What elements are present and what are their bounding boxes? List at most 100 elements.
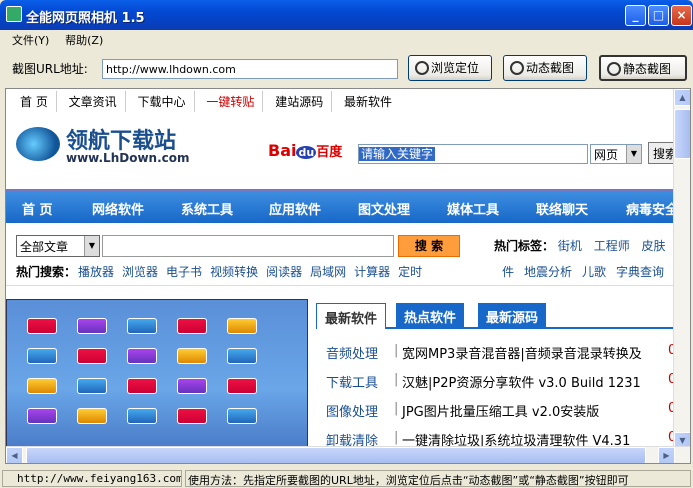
baidu-paw-icon: du: [296, 146, 317, 159]
baidu-search-text: 请输入关键字: [359, 147, 436, 161]
list-item[interactable]: 下载工具|汉魅|P2P资源分享软件 v3.0 Build 123103: [326, 370, 685, 399]
hot-search-item[interactable]: 定时: [398, 265, 422, 279]
app-tile-icon: [77, 408, 107, 424]
app-tile-icon: [177, 408, 207, 424]
hot-search-item[interactable]: 局域网: [310, 265, 346, 279]
hot-tag[interactable]: 街机: [558, 239, 582, 253]
dynamic-capture-button[interactable]: 动态截图: [503, 55, 587, 81]
app-tile-icon: [177, 378, 207, 394]
mainnav-item[interactable]: 网络软件: [92, 199, 144, 218]
menu-file[interactable]: 文件(Y): [6, 30, 55, 50]
list-item-title[interactable]: JPG图片批量压缩工具 v2.0安装版: [402, 401, 599, 420]
app-tile-icon: [27, 348, 57, 364]
article-select[interactable]: 全部文章 ▼: [16, 235, 100, 257]
minimize-button[interactable]: _: [625, 5, 646, 26]
hot-tag[interactable]: 字典查询: [616, 265, 664, 279]
list-item-category[interactable]: 下载工具: [326, 372, 378, 391]
mainnav-item[interactable]: 应用软件: [269, 199, 321, 218]
baidu-bai: Bai: [268, 141, 297, 160]
browser-view[interactable]: 首 页 文章资讯 下载中心 一键转贴 建站源码 最新软件 领航下载站 www.L…: [5, 88, 691, 464]
site-logo[interactable]: 领航下载站 www.LhDown.com: [16, 123, 216, 169]
app-tile-icon: [27, 378, 57, 394]
topnav-item[interactable]: 首 页: [12, 91, 57, 112]
scroll-left-icon[interactable]: ◀: [6, 447, 23, 463]
tab-hot-software[interactable]: 热点软件: [396, 303, 465, 329]
zoom-icon: [607, 62, 621, 76]
app-tile-icon: [77, 348, 107, 364]
list-item-title[interactable]: 宽网MP3录音混音器|音频录音混录转换及: [402, 343, 642, 362]
mainnav-item[interactable]: 图文处理: [358, 199, 410, 218]
search-type-select[interactable]: 网页 ▼: [590, 144, 642, 164]
dynamic-capture-label: 动态截图: [526, 61, 575, 75]
mainnav-item[interactable]: 联络聊天: [536, 199, 588, 218]
site-top-nav: 首 页 文章资讯 下载中心 一键转贴 建站源码 最新软件: [12, 91, 672, 112]
scroll-right-icon[interactable]: ▶: [658, 447, 675, 463]
app-tile-icon: [27, 408, 57, 424]
scroll-up-icon[interactable]: ▲: [674, 89, 690, 106]
hot-search-label: 热门搜索：: [16, 265, 77, 279]
hot-search-item[interactable]: 视频转换: [210, 265, 258, 279]
zoom-icon: [510, 61, 524, 75]
app-tile-icon: [127, 318, 157, 334]
mainnav-item[interactable]: 媒体工具: [447, 199, 499, 218]
hot-search-item[interactable]: 播放器: [78, 265, 114, 279]
app-tile-icon: [177, 318, 207, 334]
article-select-value: 全部文章: [20, 240, 69, 254]
tab-latest-source[interactable]: 最新源码: [478, 303, 547, 329]
hot-tag[interactable]: 件: [502, 265, 514, 279]
list-item-title[interactable]: 汉魅|P2P资源分享软件 v3.0 Build 1231: [402, 372, 641, 391]
hot-tag[interactable]: 皮肤: [642, 239, 666, 253]
browse-locate-button[interactable]: 浏览定位: [408, 55, 492, 81]
topnav-item[interactable]: 一键转贴: [198, 91, 264, 112]
app-tile-icon: [77, 318, 107, 334]
hot-tags-label: 热门标签：: [494, 239, 555, 253]
banner-image[interactable]: [6, 299, 308, 449]
app-tile-icon: [127, 408, 157, 424]
logo-icon: [16, 127, 60, 161]
mainnav-item[interactable]: 系统工具: [181, 199, 233, 218]
list-item-category[interactable]: 音频处理: [326, 343, 378, 362]
hot-tag[interactable]: 地震分析: [524, 265, 572, 279]
menu-help[interactable]: 帮助(Z): [59, 30, 109, 50]
list-item-separator: |: [394, 430, 399, 445]
browse-locate-label: 浏览定位: [431, 61, 480, 75]
site-search-input[interactable]: [102, 235, 394, 257]
topnav-item[interactable]: 建站源码: [267, 91, 333, 112]
mainnav-item[interactable]: 首 页: [22, 199, 53, 218]
list-item[interactable]: 图像处理|JPG图片批量压缩工具 v2.0安装版03: [326, 399, 685, 428]
url-input[interactable]: http://www.lhdown.com: [102, 59, 398, 79]
hot-search-item[interactable]: 浏览器: [122, 265, 158, 279]
topnav-item[interactable]: 最新软件: [336, 91, 400, 112]
chevron-down-icon: ▼: [84, 236, 99, 256]
horizontal-scrollbar[interactable]: ◀ ▶: [6, 446, 690, 463]
window-title: 全能网页照相机 1.5: [26, 11, 145, 26]
list-item-category[interactable]: 图像处理: [326, 401, 378, 420]
baidu-search-input[interactable]: 请输入关键字: [358, 144, 588, 164]
hot-tag[interactable]: 工程师: [594, 239, 630, 253]
hot-search-item[interactable]: 计算器: [354, 265, 390, 279]
scroll-thumb[interactable]: [674, 109, 690, 159]
app-tile-icon: [27, 318, 57, 334]
site-search-button[interactable]: 搜 索: [398, 235, 460, 257]
main-nav: 首 页 网络软件 系统工具 应用软件 图文处理 媒体工具 联络聊天 病毒安全: [6, 189, 678, 223]
static-capture-label: 静态截图: [623, 62, 672, 76]
app-tile-icon: [227, 378, 257, 394]
app-tile-icon: [127, 348, 157, 364]
topnav-item[interactable]: 文章资讯: [61, 91, 126, 112]
app-tile-icon: [177, 348, 207, 364]
hot-search-item[interactable]: 电子书: [166, 265, 202, 279]
hot-search-item[interactable]: 阅读器: [266, 265, 302, 279]
tab-latest-software[interactable]: 最新软件: [316, 303, 387, 329]
list-item[interactable]: 音频处理|宽网MP3录音混音器|音频录音混录转换及03: [326, 341, 685, 370]
locate-icon: [415, 61, 429, 75]
mainnav-item[interactable]: 病毒安全: [626, 199, 678, 218]
close-button[interactable]: ×: [671, 5, 692, 26]
vertical-scrollbar[interactable]: ▲ ▼: [673, 89, 690, 449]
hot-tag[interactable]: 儿歌: [582, 265, 606, 279]
app-tile-icon: [227, 318, 257, 334]
scroll-thumb[interactable]: [26, 447, 646, 463]
maximize-button[interactable]: □: [648, 5, 669, 26]
static-capture-button[interactable]: 静态截图: [599, 55, 687, 81]
topnav-item[interactable]: 下载中心: [130, 91, 195, 112]
app-window: 全能网页照相机 1.5 _ □ × 文件(Y) 帮助(Z) 截图URL地址: h…: [0, 0, 693, 488]
